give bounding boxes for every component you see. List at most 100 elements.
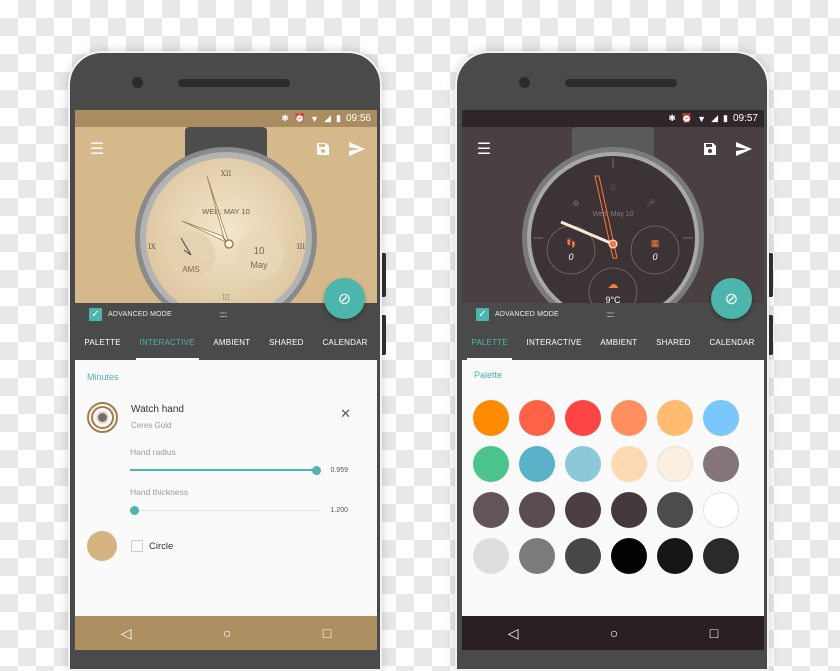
tab-shared[interactable]: SHARED: [652, 325, 695, 360]
preview-toggle-button[interactable]: ⊘: [324, 278, 365, 319]
menu-button[interactable]: ☰: [472, 137, 496, 161]
preview-toggle-button[interactable]: ⊘: [711, 278, 752, 319]
advanced-mode-checkbox[interactable]: ✓: [89, 307, 102, 321]
status-time: 09:56: [345, 113, 371, 124]
palette-swatch[interactable]: [519, 538, 555, 574]
nav-bar: ◁ ○ □: [462, 616, 764, 650]
send-icon: [349, 142, 365, 156]
palette-swatch[interactable]: [657, 538, 693, 574]
drag-handle-icon[interactable]: ::::::: [606, 310, 614, 319]
advanced-mode-label: ADVANCED MODE: [495, 310, 559, 318]
save-icon: [317, 143, 329, 155]
apps-grid-icon: ⁞⁞⁞: [610, 185, 616, 192]
palette-swatch[interactable]: [565, 400, 601, 436]
save-icon: [704, 143, 716, 155]
remove-hand-button[interactable]: ✕: [340, 406, 351, 422]
tab-bar: PALETTE INTERACTIVE AMBIENT SHARED CALEN…: [75, 325, 377, 360]
subdial-timezone: AMS: [182, 265, 199, 274]
slider-thumb[interactable]: [312, 466, 322, 475]
circle-color-swatch[interactable]: [87, 531, 117, 561]
tab-palette[interactable]: PALETTE: [80, 325, 124, 360]
save-button[interactable]: [698, 137, 722, 161]
palette-grid: [473, 400, 752, 574]
front-camera: [132, 77, 143, 88]
palette-swatch[interactable]: [519, 446, 555, 482]
recents-button[interactable]: □: [323, 625, 331, 641]
list-item-watch-hand[interactable]: Watch hand Ceres Gold ✕: [87, 402, 365, 433]
steps-count: 0: [568, 252, 573, 262]
tab-palette[interactable]: PALETTE: [467, 325, 513, 360]
palette-swatch[interactable]: [473, 400, 509, 436]
home-button[interactable]: ○: [610, 625, 618, 641]
palette-swatch[interactable]: [611, 538, 647, 574]
hand-thickness-slider[interactable]: 1.200: [129, 503, 348, 519]
tab-interactive[interactable]: INTERACTIVE: [135, 325, 199, 360]
palette-swatch[interactable]: [565, 446, 601, 482]
slider-thumb[interactable]: [129, 506, 139, 515]
circle-label: Circle: [149, 540, 174, 552]
advanced-mode-label: ADVANCED MODE: [108, 310, 172, 318]
phone-right: ✱ ⏰ ▼ ◢ ▮ 09:57 ☰ ⁞⁞⁞ ⚙ 🎤︎ Wed, May 10 👣…: [455, 51, 773, 671]
power-button: [769, 315, 773, 355]
hand-radius-slider[interactable]: 0.959: [130, 463, 348, 479]
recents-button[interactable]: □: [710, 625, 718, 641]
mic-icon: 🎤︎: [646, 199, 656, 208]
menu-button[interactable]: ☰: [85, 137, 109, 161]
palette-swatch[interactable]: [703, 492, 739, 528]
events-count: 0: [652, 252, 657, 262]
section-title: Palette: [474, 370, 503, 380]
numeral-xii: XII: [221, 170, 232, 178]
advanced-mode-checkbox[interactable]: ✓: [476, 307, 489, 321]
palette-swatch[interactable]: [657, 446, 693, 482]
drag-handle-icon[interactable]: ::::::: [219, 310, 227, 319]
watch-preview: ☰ XII III VI IX WED: [75, 127, 377, 329]
palette-swatch[interactable]: [611, 446, 647, 482]
tab-interactive[interactable]: INTERACTIVE: [523, 325, 586, 360]
palette-swatch[interactable]: [473, 492, 509, 528]
bluetooth-icon: ✱: [281, 113, 289, 123]
back-button[interactable]: ◁: [121, 625, 132, 642]
palette-panel: Palette: [462, 360, 764, 585]
palette-swatch[interactable]: [703, 446, 739, 482]
palette-swatch[interactable]: [611, 492, 647, 528]
send-button[interactable]: [345, 137, 369, 161]
section-title: Minutes: [87, 372, 119, 382]
palette-swatch[interactable]: [703, 538, 739, 574]
tab-calendar[interactable]: CALENDAR: [705, 325, 758, 360]
nav-bar: ◁ ○ □: [75, 616, 377, 650]
watch-date: WED, MAY 10: [202, 207, 250, 216]
battery-icon: ▮: [336, 113, 341, 123]
weather-icon: ☁: [608, 279, 619, 291]
tab-ambient[interactable]: AMBIENT: [209, 325, 254, 360]
status-bar: ✱ ⏰ ▼ ◢ ▮ 09:57: [462, 110, 764, 127]
palette-swatch[interactable]: [519, 492, 555, 528]
palette-swatch[interactable]: [565, 492, 601, 528]
phone-left: ✱ ⏰ ▼ ◢ ▮ 09:56 ☰ XII III IX WED, MAY 10…: [68, 51, 386, 671]
eye-off-icon: ⊘: [337, 290, 352, 308]
palette-swatch[interactable]: [473, 446, 509, 482]
palette-swatch[interactable]: [611, 400, 647, 436]
tab-shared[interactable]: SHARED: [265, 325, 308, 360]
home-button[interactable]: ○: [223, 625, 231, 641]
send-button[interactable]: [732, 137, 756, 161]
tab-bar: PALETTE INTERACTIVE AMBIENT SHARED CALEN…: [462, 325, 764, 360]
earpiece-speaker: [178, 79, 290, 87]
palette-swatch[interactable]: [519, 400, 555, 436]
tab-ambient[interactable]: AMBIENT: [596, 325, 641, 360]
status-time: 09:57: [732, 113, 758, 124]
palette-swatch[interactable]: [657, 400, 693, 436]
circle-checkbox[interactable]: [131, 540, 143, 552]
save-button[interactable]: [311, 137, 335, 161]
bluetooth-icon: ✱: [668, 113, 676, 123]
volume-button: [769, 253, 773, 297]
back-button[interactable]: ◁: [508, 625, 519, 642]
tab-calendar[interactable]: CALENDAR: [318, 325, 371, 360]
alarm-icon: ⏰: [293, 113, 306, 123]
settings-icon: ⚙: [572, 199, 579, 208]
palette-swatch[interactable]: [565, 538, 601, 574]
palette-swatch[interactable]: [473, 538, 509, 574]
send-icon: [736, 142, 752, 156]
palette-swatch[interactable]: [703, 400, 739, 436]
palette-swatch[interactable]: [657, 492, 693, 528]
hand-title: Watch hand: [131, 404, 184, 415]
